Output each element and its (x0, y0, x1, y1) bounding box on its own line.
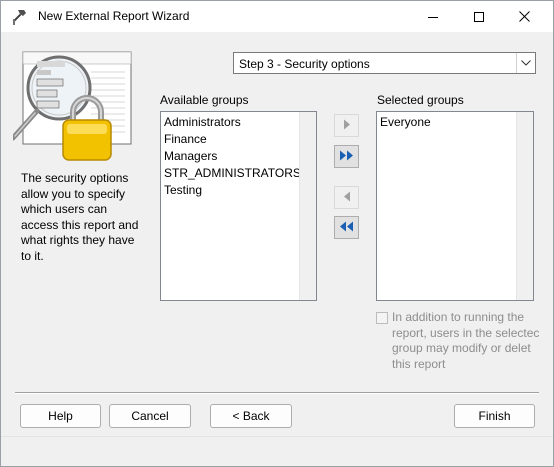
minimize-icon (428, 12, 438, 22)
double-arrow-right-icon (339, 150, 355, 164)
wizard-window: New External Report Wizard The security … (0, 0, 554, 467)
add-selected-button[interactable] (334, 114, 359, 137)
close-button[interactable] (501, 1, 547, 32)
back-button[interactable]: < Back (210, 404, 292, 428)
allow-modify-checkbox[interactable] (376, 312, 388, 324)
arrow-right-icon (343, 119, 351, 133)
add-all-button[interactable] (334, 145, 359, 168)
wizard-body: The security options allow you to specif… (1, 32, 553, 466)
title-bar[interactable]: New External Report Wizard (1, 1, 553, 32)
step-dropdown[interactable]: Step 3 - Security options (233, 52, 536, 74)
selected-groups-label: Selected groups (377, 93, 464, 107)
finish-button[interactable]: Finish (454, 404, 535, 428)
allow-modify-label: In addition to running the report, users… (392, 310, 552, 372)
window-title: New External Report Wizard (38, 9, 190, 23)
wizard-app-icon (10, 8, 30, 26)
button-separator (15, 392, 539, 394)
status-bar (1, 436, 553, 466)
allow-modify-label-line: In addition to running the (392, 310, 525, 324)
chevron-down-icon (516, 53, 535, 73)
list-item[interactable]: Testing (164, 182, 301, 199)
remove-selected-button[interactable] (334, 186, 359, 209)
vertical-scrollbar[interactable] (299, 112, 316, 300)
list-item[interactable]: Everyone (380, 114, 431, 131)
list-item[interactable]: Finance (164, 131, 301, 148)
list-item[interactable]: Administrators (164, 114, 301, 131)
list-item[interactable]: STR_ADMINISTRATORS (164, 165, 301, 182)
allow-modify-label-line: group may modify or delet (392, 341, 531, 355)
vertical-scrollbar[interactable] (516, 112, 533, 300)
list-item[interactable]: Managers (164, 148, 301, 165)
minimize-button[interactable] (410, 1, 456, 32)
cancel-button[interactable]: Cancel (109, 404, 191, 428)
step-dropdown-value: Step 3 - Security options (239, 57, 370, 71)
arrow-left-icon (343, 191, 351, 205)
allow-modify-label-line: report, users in the selectec (392, 325, 540, 340)
available-groups-list[interactable]: Administrators Finance Managers STR_ADMI… (160, 111, 317, 301)
maximize-button[interactable] (456, 1, 502, 32)
double-arrow-left-icon (339, 221, 355, 235)
help-button[interactable]: Help (20, 404, 101, 428)
allow-modify-label-line: this report (392, 356, 446, 371)
selected-groups-list[interactable]: Everyone (376, 111, 534, 301)
maximize-icon (474, 11, 484, 22)
security-description: The security options allow you to specif… (21, 171, 139, 263)
security-lock-illustration (10, 48, 141, 176)
close-icon (518, 11, 530, 22)
available-groups-label: Available groups (160, 93, 249, 107)
remove-all-button[interactable] (334, 216, 359, 239)
